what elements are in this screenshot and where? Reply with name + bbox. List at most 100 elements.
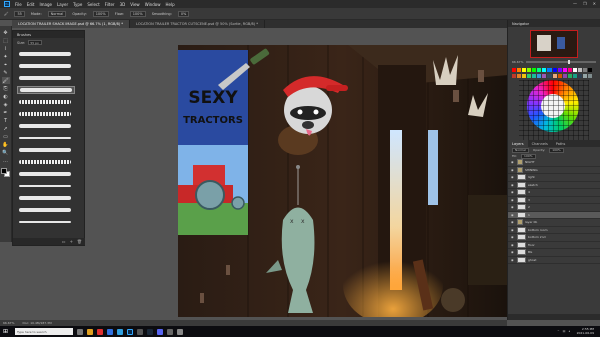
app-icon[interactable] bbox=[117, 328, 123, 335]
layer-row[interactable]: ◉ light bbox=[508, 174, 600, 182]
menu-type[interactable]: Type bbox=[73, 2, 82, 7]
layer-opacity-field[interactable]: 100% bbox=[549, 147, 564, 153]
layer-row[interactable]: ◉ bottom room bbox=[508, 226, 600, 234]
color-swatch[interactable] bbox=[552, 73, 557, 78]
menu-select[interactable]: Select bbox=[87, 2, 99, 7]
menu-image[interactable]: Image bbox=[39, 2, 52, 7]
menu-file[interactable]: File bbox=[15, 2, 22, 7]
path-select-tool-icon[interactable]: ➚ bbox=[2, 125, 10, 132]
color-swatch[interactable] bbox=[582, 68, 587, 72]
layer-row[interactable]: ◉ sketch bbox=[508, 181, 600, 189]
color-swatch[interactable] bbox=[512, 68, 517, 72]
browser-icon[interactable] bbox=[107, 328, 113, 335]
visibility-eye-icon[interactable]: ◉ bbox=[511, 190, 515, 194]
brush-tool-icon[interactable]: 🖌 bbox=[4, 12, 8, 16]
layer-row[interactable]: ◉ 1 bbox=[508, 211, 600, 219]
type-tool-icon[interactable]: T bbox=[2, 117, 10, 124]
crop-tool-icon[interactable]: ⌖ bbox=[2, 61, 10, 68]
brush-preset[interactable] bbox=[17, 206, 75, 214]
visibility-eye-icon[interactable]: ◉ bbox=[511, 250, 515, 254]
color-swatch[interactable] bbox=[532, 73, 537, 78]
pen-tool-icon[interactable]: ✒ bbox=[2, 109, 10, 116]
layer-row[interactable]: ◉ layer 0b bbox=[508, 219, 600, 227]
taskbar-clock[interactable]: 2:55 PM 2021-06-09 bbox=[577, 327, 594, 335]
more-tools-icon[interactable]: … bbox=[2, 157, 10, 164]
brush-size-field[interactable]: 55 bbox=[14, 10, 25, 17]
color-swatch[interactable] bbox=[547, 68, 552, 72]
brush-preset[interactable] bbox=[17, 74, 75, 82]
volume-icon[interactable]: ◂ bbox=[568, 329, 570, 333]
smoothing-field[interactable]: 0% bbox=[177, 10, 190, 17]
brush-preset[interactable] bbox=[17, 146, 75, 154]
menu-view[interactable]: View bbox=[130, 2, 140, 7]
color-swatch[interactable] bbox=[542, 68, 547, 72]
brush-preset[interactable] bbox=[17, 158, 75, 166]
layer-row[interactable]: ◉ 2 bbox=[508, 204, 600, 212]
flow-field[interactable]: 100% bbox=[129, 10, 146, 17]
color-swatch[interactable] bbox=[517, 68, 522, 72]
visibility-eye-icon[interactable]: ◉ bbox=[511, 243, 515, 247]
color-swatch[interactable] bbox=[557, 73, 562, 78]
visibility-eye-icon[interactable]: ◉ bbox=[511, 183, 515, 187]
gradient-tool-icon[interactable]: ◐ bbox=[2, 93, 10, 100]
eyedropper-tool-icon[interactable]: ✎ bbox=[2, 69, 10, 76]
brush-preset[interactable] bbox=[17, 218, 75, 226]
layer-row[interactable]: ◉ SHINING bbox=[508, 166, 600, 174]
close-button[interactable]: ✕ bbox=[593, 1, 596, 6]
menu-filter[interactable]: Filter bbox=[105, 2, 115, 7]
color-swatch[interactable] bbox=[552, 68, 557, 72]
marquee-tool-icon[interactable]: ⬚ bbox=[2, 37, 10, 44]
add-icon[interactable]: + bbox=[70, 239, 73, 244]
visibility-eye-icon[interactable]: ◉ bbox=[511, 228, 515, 232]
color-swatch[interactable] bbox=[572, 73, 577, 78]
chevron-up-icon[interactable]: ^ bbox=[557, 329, 560, 333]
zoom-value[interactable]: 66.67% bbox=[512, 60, 523, 64]
hand-tool-icon[interactable]: ✋ bbox=[2, 141, 10, 148]
document-canvas[interactable]: SEXY TRACTORS x x bbox=[178, 45, 508, 317]
visibility-eye-icon[interactable]: ◉ bbox=[511, 168, 515, 172]
opacity-field[interactable]: 100% bbox=[92, 10, 109, 17]
brush-preset[interactable] bbox=[17, 134, 75, 142]
brush-preset[interactable] bbox=[17, 170, 75, 178]
color-swatch[interactable] bbox=[557, 68, 562, 72]
menu-3d[interactable]: 3D bbox=[120, 2, 126, 7]
shape-tool-icon[interactable]: ▭ bbox=[2, 133, 10, 140]
menu-window[interactable]: Window bbox=[145, 2, 161, 7]
color-swatch[interactable] bbox=[547, 73, 552, 78]
tab-paths[interactable]: Paths bbox=[552, 142, 570, 146]
folder-icon[interactable]: ▭ bbox=[62, 239, 66, 244]
tab-shack-image[interactable]: LOCATION TRAILER SHACK IMAGE.psd @ 66.7%… bbox=[12, 20, 131, 28]
color-swatch[interactable] bbox=[582, 73, 587, 78]
menu-edit[interactable]: Edit bbox=[27, 2, 35, 7]
color-swatch[interactable] bbox=[567, 73, 572, 78]
layer-fill-field[interactable]: 100% bbox=[521, 153, 536, 159]
maximize-button[interactable]: ❐ bbox=[583, 1, 587, 6]
brush-preset[interactable] bbox=[17, 50, 75, 58]
color-swatch-grid[interactable] bbox=[512, 68, 592, 78]
eraser-tool-icon[interactable]: ◈ bbox=[2, 101, 10, 108]
brush-tool-icon[interactable]: 🖌 bbox=[1, 77, 10, 84]
minimize-button[interactable]: — bbox=[573, 1, 577, 6]
app-icon[interactable] bbox=[97, 328, 103, 335]
trash-icon[interactable]: 🗑 bbox=[77, 239, 82, 244]
taskbar-search[interactable]: Type here to search bbox=[15, 328, 73, 335]
menu-layer[interactable]: Layer bbox=[57, 2, 68, 7]
tab-layers[interactable]: Layers bbox=[508, 140, 528, 147]
lasso-tool-icon[interactable]: ⌇ bbox=[2, 45, 10, 52]
photoshop-taskbar-icon[interactable] bbox=[127, 328, 133, 335]
brush-preset[interactable] bbox=[17, 122, 75, 130]
quick-select-tool-icon[interactable]: ✦ bbox=[2, 53, 10, 60]
status-zoom[interactable]: 66.67% bbox=[3, 321, 14, 325]
visibility-eye-icon[interactable]: ◉ bbox=[511, 235, 515, 239]
navigator-thumbnail[interactable] bbox=[530, 30, 578, 58]
color-swatch[interactable] bbox=[572, 68, 577, 72]
visibility-eye-icon[interactable]: ◉ bbox=[511, 175, 515, 179]
layer-row[interactable]: ◉ floor bbox=[508, 241, 600, 249]
visibility-eye-icon[interactable]: ◉ bbox=[511, 213, 515, 217]
task-view-icon[interactable] bbox=[77, 328, 83, 335]
color-swatch[interactable] bbox=[527, 68, 532, 72]
color-swatch[interactable] bbox=[577, 73, 582, 78]
color-swatch[interactable] bbox=[567, 68, 572, 72]
brush-preset[interactable] bbox=[17, 194, 75, 202]
network-icon[interactable]: ▤ bbox=[563, 329, 566, 333]
